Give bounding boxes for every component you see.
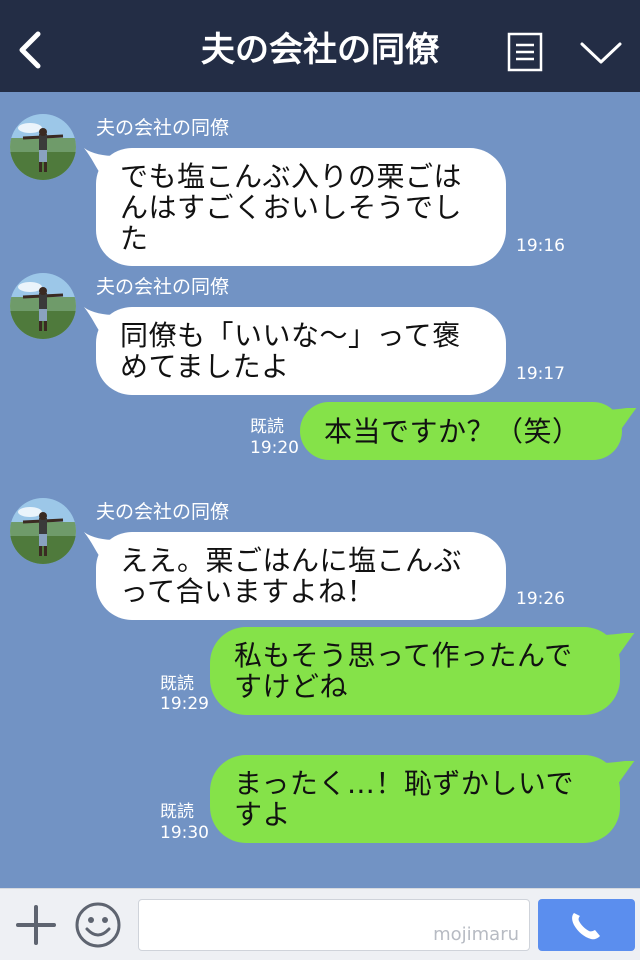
- input-bar: mojimaru: [0, 888, 640, 960]
- message-time: 19:30: [160, 823, 209, 843]
- message-time: 19:26: [516, 589, 565, 609]
- back-button[interactable]: [14, 30, 48, 70]
- plus-icon: [16, 905, 56, 945]
- sender-name: 夫の会社の同僚: [96, 276, 230, 298]
- chat-header: 夫の会社の同僚: [0, 0, 640, 92]
- read-receipt: 既読: [250, 417, 284, 437]
- message-text: まったく…！恥ずかしいですよ: [234, 767, 575, 831]
- message-bubble[interactable]: ええ。栗ごはんに塩こんぶって合いますよね！: [96, 532, 506, 620]
- collapse-button[interactable]: [578, 38, 624, 68]
- message-bubble[interactable]: でも塩こんぶ入りの栗ごはんはすごくおいしそうでした: [96, 148, 506, 266]
- bubble-tail: [600, 761, 635, 789]
- notes-button[interactable]: [507, 32, 543, 72]
- message-text: 私もそう思って作ったんですけどね: [234, 639, 573, 703]
- message-time: 19:20: [250, 438, 299, 458]
- message-bubble[interactable]: 私もそう思って作ったんですけどね: [210, 627, 620, 715]
- avatar[interactable]: [10, 114, 76, 180]
- message-text: でも塩こんぶ入りの栗ごはんはすごくおいしそうでした: [120, 159, 463, 255]
- chat-title: 夫の会社の同僚: [201, 30, 439, 70]
- profile-photo: [10, 498, 76, 564]
- message-text: 本当ですか？（笑）: [324, 414, 581, 448]
- message-text: 同僚も「いいな〜」って褒めてましたよ: [120, 319, 461, 383]
- sender-name: 夫の会社の同僚: [96, 501, 230, 523]
- sender-name: 夫の会社の同僚: [96, 117, 230, 139]
- chevron-down-icon: [580, 42, 622, 64]
- chevron-left-icon: [19, 31, 41, 69]
- call-button[interactable]: [538, 899, 635, 951]
- message-time: 19:16: [516, 236, 565, 256]
- message-time: 19:17: [516, 364, 565, 384]
- read-receipt: 既読: [160, 674, 194, 694]
- message-text: ええ。栗ごはんに塩こんぶって合いますよね！: [120, 544, 463, 608]
- avatar[interactable]: [10, 498, 76, 564]
- notes-icon: [507, 32, 543, 72]
- watermark: mojimaru: [433, 924, 519, 945]
- add-button[interactable]: [14, 903, 58, 947]
- smiley-icon: [75, 902, 121, 948]
- bubble-tail: [600, 633, 635, 661]
- message-time: 19:29: [160, 694, 209, 714]
- profile-photo: [10, 273, 76, 339]
- message-bubble[interactable]: 本当ですか？（笑）: [300, 402, 622, 460]
- message-bubble[interactable]: 同僚も「いいな〜」って褒めてましたよ: [96, 307, 506, 395]
- message-bubble[interactable]: まったく…！恥ずかしいですよ: [210, 755, 620, 843]
- avatar[interactable]: [10, 273, 76, 339]
- read-receipt: 既読: [160, 802, 194, 822]
- profile-photo: [10, 114, 76, 180]
- emoji-button[interactable]: [74, 901, 122, 949]
- message-list[interactable]: 夫の会社の同僚 でも塩こんぶ入りの栗ごはんはすごくおいしそうでした 19:16 …: [0, 92, 640, 888]
- message-input-box[interactable]: mojimaru: [138, 899, 530, 951]
- bubble-tail: [602, 408, 637, 436]
- phone-icon: [572, 913, 600, 940]
